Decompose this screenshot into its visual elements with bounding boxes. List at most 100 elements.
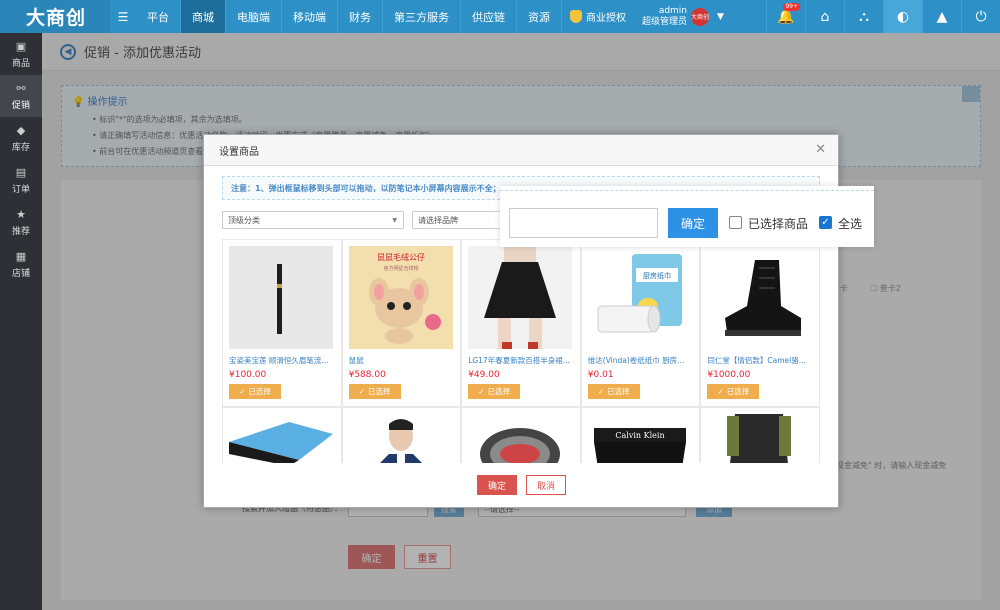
selected-badge[interactable]: ✓ 已选择: [229, 384, 281, 399]
admin-role: 超级管理员: [642, 16, 688, 27]
basket-icon: ▣: [15, 39, 27, 53]
svg-text:厨房纸巾: 厨房纸巾: [643, 271, 671, 280]
tag-icon: ◆: [16, 123, 26, 137]
nav-finance[interactable]: 财务: [338, 0, 383, 33]
nav-platform[interactable]: 平台: [136, 0, 181, 33]
product-card[interactable]: [700, 407, 820, 463]
sidebar-item-recommend[interactable]: ★ 推荐: [0, 201, 42, 243]
check-icon: ✓: [717, 387, 724, 396]
product-price: ¥1000.00: [707, 370, 751, 380]
product-price: ¥49.00: [468, 370, 500, 380]
product-card[interactable]: 宝姿美宝莲 顺滑恒久眉笔流... ¥100.00 ✓ 已选择: [222, 239, 342, 407]
top-bar: 大商创 ☰ 平台 商城 电脑端 移动端 财务 第三方服务 供应链 资源 商业授权…: [0, 0, 1000, 33]
umbrella-image: [229, 414, 333, 463]
nav-resources[interactable]: 资源: [517, 0, 562, 33]
nav-third-party[interactable]: 第三方服务: [383, 0, 461, 33]
modal-cancel-button[interactable]: 取消: [526, 475, 566, 495]
auth-label: 商业授权: [586, 13, 626, 24]
nav-mobile[interactable]: 移动端: [282, 0, 338, 33]
selected-badge[interactable]: ✓ 已选择: [468, 384, 521, 399]
sidebar-item-orders[interactable]: ▤ 订单: [0, 159, 42, 201]
product-card[interactable]: 同仁堂【情侣款】Camel骆... ¥1000.00 ✓ 已选择: [700, 239, 820, 407]
sidebar-item-stock[interactable]: ◆ 库存: [0, 117, 42, 159]
product-image: [707, 246, 812, 349]
logo[interactable]: 大商创: [0, 0, 110, 33]
product-image: 鼠鼠毛绒公仔 官方明星吉祥物: [348, 246, 453, 349]
select-all-checkbox[interactable]: ✓: [819, 216, 832, 229]
search-toolbar-zoom: 确定 已选择商品 ✓ 全选: [500, 186, 874, 247]
chevron-down-icon[interactable]: ▼: [717, 12, 724, 22]
product-image: [229, 246, 333, 349]
product-name[interactable]: 宝姿美宝莲 顺滑恒久眉笔流...: [229, 355, 334, 366]
selected-badge[interactable]: ✓ 已选择: [707, 384, 760, 399]
palette-icon[interactable]: ◐: [883, 0, 922, 33]
nav-supply-chain[interactable]: 供应链: [461, 0, 517, 33]
product-image: [707, 414, 812, 463]
modal-confirm-button[interactable]: 确定: [477, 475, 517, 495]
product-name[interactable]: 同仁堂【情侣款】Camel骆...: [707, 355, 812, 366]
product-card[interactable]: [341, 407, 462, 463]
clipboard-icon: ▤: [15, 165, 27, 179]
chevron-down-icon: ▼: [392, 216, 397, 224]
sidebar-item-label: 促销: [11, 100, 30, 111]
commercial-auth[interactable]: 商业授权: [562, 9, 634, 24]
sidebar-item-label: 店铺: [11, 268, 30, 279]
plush-image: 鼠鼠毛绒公仔 官方明星吉祥物: [348, 246, 453, 349]
sidebar-item-promotion[interactable]: ⚯ 促销: [0, 75, 42, 117]
product-name[interactable]: LG17年春夏新款百搭半身裙...: [468, 355, 573, 366]
notification-badge: 99+: [783, 3, 800, 11]
category-select[interactable]: 顶级分类 ▼: [222, 211, 404, 229]
product-card[interactable]: [461, 407, 581, 463]
selected-only-checkbox[interactable]: [729, 216, 742, 229]
selected-badge[interactable]: ✓ 已选择: [348, 384, 401, 399]
menu-toggle-icon[interactable]: ☰: [110, 10, 136, 24]
modal-header[interactable]: 设置商品: [204, 135, 838, 166]
goods-keyword-input[interactable]: [509, 208, 658, 238]
check-icon: ✓: [597, 387, 605, 396]
product-card[interactable]: LG17年春夏新款百搭半身裙... ¥49.00 ✓ 已选择: [461, 239, 581, 407]
sitemap-icon[interactable]: ⛬: [844, 0, 883, 33]
underwear-image: Calvin Klein: [587, 414, 692, 463]
product-price: ¥588.00: [348, 370, 386, 380]
product-card[interactable]: 厨房纸巾 维达(Vinda)卷纸纸巾 厨房... ¥0.01 ✓ 已选择: [580, 239, 701, 407]
product-image: [348, 414, 453, 463]
close-icon[interactable]: ✕: [815, 142, 826, 157]
check-icon: ✓: [821, 217, 830, 228]
top-nav: 平台 商城 电脑端 移动端 财务 第三方服务 供应链 资源: [136, 0, 562, 33]
sidebar-item-label: 订单: [11, 184, 30, 195]
selected-only-label: 已选择商品: [748, 217, 809, 231]
modal-title: 设置商品: [219, 146, 259, 158]
home-icon[interactable]: ⌂: [805, 0, 844, 33]
power-icon[interactable]: ⏻: [961, 0, 1000, 33]
bell-icon[interactable]: 🔔 99+: [766, 0, 805, 33]
product-card[interactable]: 鼠鼠毛绒公仔 官方明星吉祥物 鼠鼠 ¥588.00 ✓ 已选择: [341, 239, 462, 407]
brand-select[interactable]: 请选择品牌▼: [412, 211, 512, 229]
jacket-model-image: [707, 414, 812, 463]
sidebar-item-label: 推荐: [11, 226, 30, 237]
product-name[interactable]: 维达(Vinda)卷纸纸巾 厨房...: [588, 355, 693, 366]
svg-text:官方明星吉祥物: 官方明星吉祥物: [383, 265, 418, 272]
broom-icon[interactable]: ▲: [922, 0, 961, 33]
product-name[interactable]: 鼠鼠: [349, 355, 454, 366]
star-icon: ★: [16, 207, 26, 221]
divider: [500, 190, 874, 191]
product-card[interactable]: [222, 407, 342, 463]
svg-text:Calvin Klein: Calvin Klein: [615, 431, 664, 440]
nav-pc[interactable]: 电脑端: [226, 0, 282, 33]
admin-info[interactable]: admin 超级管理员: [642, 6, 687, 28]
nav-mall[interactable]: 商城: [181, 0, 226, 33]
avatar[interactable]: 大商创: [691, 7, 709, 26]
share-icon: ⚯: [16, 81, 26, 95]
sidebar-item-store[interactable]: ▦ 店铺: [0, 243, 42, 285]
select-all-label: 全选: [838, 217, 863, 231]
check-icon: ✓: [358, 387, 365, 396]
watch-image: [468, 414, 573, 463]
store-icon: ▦: [15, 249, 27, 263]
selected-badge[interactable]: ✓ 已选择: [587, 384, 640, 399]
sidebar-item-goods[interactable]: ▣ 商品: [0, 33, 42, 75]
product-price: ¥100.00: [229, 370, 267, 380]
pencil-image: [229, 246, 333, 349]
toolbar-confirm-button[interactable]: 确定: [668, 208, 718, 238]
product-card[interactable]: Calvin Klein: [580, 407, 701, 463]
check-icon: ✓: [478, 387, 485, 396]
